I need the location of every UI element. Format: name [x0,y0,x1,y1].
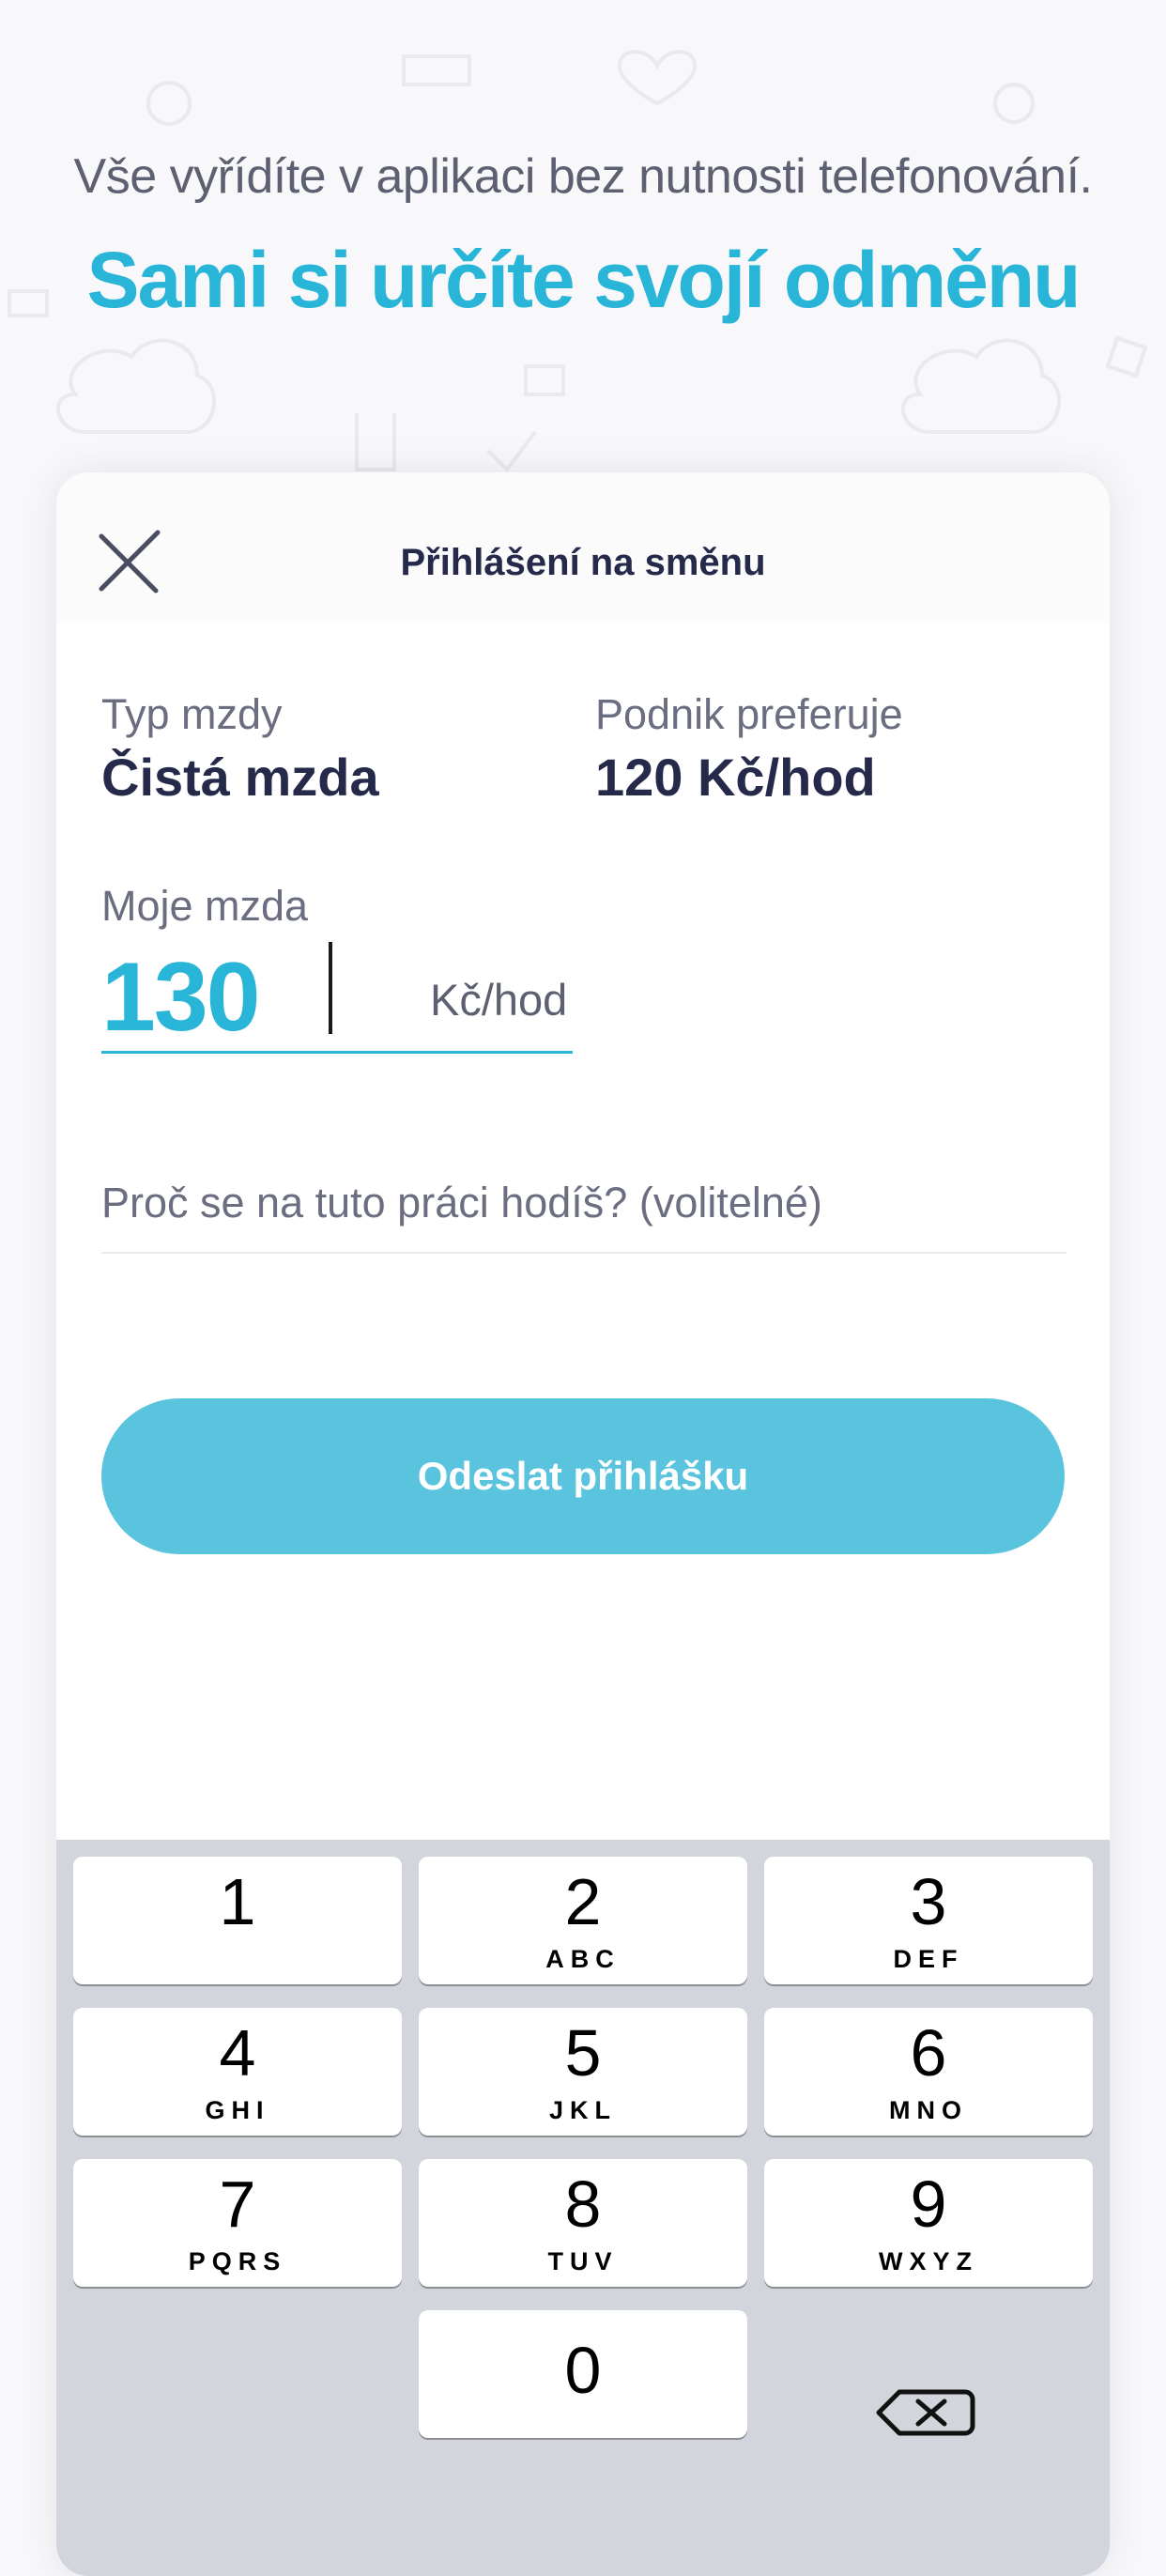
preferred-wage-value: 120 Kč/hod [595,748,876,807]
wage-type-label: Typ mzdy [101,690,283,738]
key-letters: PQRS [188,2247,287,2275]
key-digit: 8 [564,2167,602,2241]
key-0[interactable]: 0 [419,2310,747,2438]
key-4[interactable]: 4 GHI [73,2008,402,2136]
backspace-icon [876,2389,975,2436]
modal-header: Přihlášení na směnu [56,472,1110,623]
key-letters: WXYZ [879,2247,978,2275]
key-digit: 9 [910,2167,947,2241]
key-1[interactable]: 1 [73,1857,402,1984]
text-caret [329,942,332,1034]
key-5[interactable]: 5 JKL [419,2008,747,2136]
key-letters: DEF [893,1945,964,1973]
key-3[interactable]: 3 DEF [764,1857,1093,1984]
reason-placeholder: Proč se na tuto práci hodíš? (volitelné) [101,1179,822,1226]
wage-unit-label: Kč/hod [430,975,568,1025]
key-digit: 1 [219,1865,256,1938]
my-wage-label: Moje mzda [101,882,309,930]
key-8[interactable]: 8 TUV [419,2159,747,2287]
key-letters: GHI [205,2096,270,2124]
reason-input[interactable]: Proč se na tuto práci hodíš? (volitelné) [101,1149,1066,1254]
key-digit: 7 [219,2167,256,2241]
modal-title: Přihlášení na směnu [400,542,766,583]
key-letters: MNO [889,2096,968,2124]
key-digit: 3 [910,1865,947,1938]
key-letters: ABC [545,1945,621,1973]
key-digit: 6 [910,2016,947,2090]
wage-type-value: Čistá mzda [101,748,379,807]
promo-title: Sami si určíte svojí odměnu [86,236,1082,324]
preferred-wage-label: Podnik preferuje [595,690,903,738]
numeric-keypad: 1 2 ABC 3 DEF 4 GHI 5 JKL 6 MNO 7 PQRS 8 [56,1840,1110,2576]
key-9[interactable]: 9 WXYZ [764,2159,1093,2287]
submit-application-button[interactable]: Odeslat přihlášku [101,1398,1065,1554]
key-letters: TUV [547,2247,619,2275]
key-2[interactable]: 2 ABC [419,1857,747,1984]
key-digit: 5 [564,2016,602,2090]
promo-subtitle: Vše vyřídíte v aplikaci bez nutnosti tel… [73,149,1093,204]
key-digit: 0 [564,2334,602,2407]
shift-application-modal: Přihlášení na směnu Typ mzdy Čistá mzda … [56,472,1110,2576]
key-digit: 4 [219,2016,256,2090]
my-wage-input[interactable]: 130 Kč/hod [101,933,573,1054]
key-7[interactable]: 7 PQRS [73,2159,402,2287]
key-6[interactable]: 6 MNO [764,2008,1093,2136]
my-wage-value[interactable]: 130 [101,942,261,1054]
key-digit: 2 [564,1865,602,1938]
key-letters: JKL [548,2096,617,2124]
delete-key[interactable] [789,2347,1070,2475]
